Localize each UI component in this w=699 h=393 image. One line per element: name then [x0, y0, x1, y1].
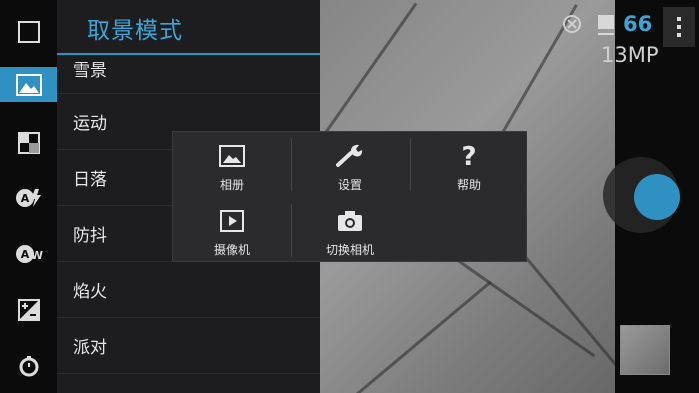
camera-switch-icon	[337, 207, 363, 235]
auto-white-balance-icon[interactable]: AW	[0, 229, 57, 279]
video-camera-label: 摄像机	[213, 243, 250, 257]
resolution-indicator: 13MP	[601, 43, 659, 67]
help-button[interactable]: ? 帮助	[410, 132, 528, 197]
video-camera-button[interactable]: 摄像机	[173, 197, 291, 262]
landscape-scene-icon[interactable]	[0, 67, 57, 102]
exposure-bracket-icon[interactable]	[0, 118, 57, 168]
switch-camera-button[interactable]: 切换相机	[291, 197, 409, 262]
shutter-button[interactable]	[634, 174, 680, 220]
help-label: 帮助	[456, 178, 481, 192]
svg-text:W: W	[30, 249, 42, 262]
switch-camera-label: 切换相机	[325, 243, 374, 257]
square-icon[interactable]	[0, 7, 57, 57]
exposure-compensation-icon[interactable]	[0, 285, 57, 335]
shots-remaining: 66	[623, 12, 653, 36]
auto-flash-icon[interactable]: A	[0, 173, 57, 223]
scene-item-snow[interactable]: 雪景	[57, 56, 320, 94]
settings-label: 设置	[337, 178, 362, 192]
timer-icon[interactable]	[0, 341, 57, 391]
gallery-icon	[219, 142, 245, 170]
scene-mode-header: 取景模式	[57, 0, 320, 55]
location-off-icon	[562, 14, 582, 38]
help-icon: ?	[459, 142, 479, 170]
sd-card-icon	[597, 14, 615, 40]
popup-menu: 相册 设置 ? 帮助 摄像机 切换相机	[172, 131, 527, 262]
camera-settings-rail: A AW	[0, 0, 57, 393]
gallery-button[interactable]: 相册	[173, 132, 291, 197]
svg-text:?: ?	[461, 143, 476, 169]
settings-button[interactable]: 设置	[291, 132, 409, 197]
scene-item-party[interactable]: 派对	[57, 318, 320, 374]
scene-item-fireworks[interactable]: 焰火	[57, 262, 320, 318]
last-photo-thumbnail[interactable]	[620, 325, 670, 375]
svg-text:A: A	[20, 192, 29, 205]
scene-mode-title: 取景模式	[87, 18, 183, 44]
wrench-icon	[335, 142, 365, 170]
gallery-label: 相册	[219, 178, 244, 192]
svg-text:A: A	[20, 248, 29, 261]
overflow-menu-icon[interactable]	[663, 7, 695, 47]
video-play-icon	[220, 207, 244, 235]
